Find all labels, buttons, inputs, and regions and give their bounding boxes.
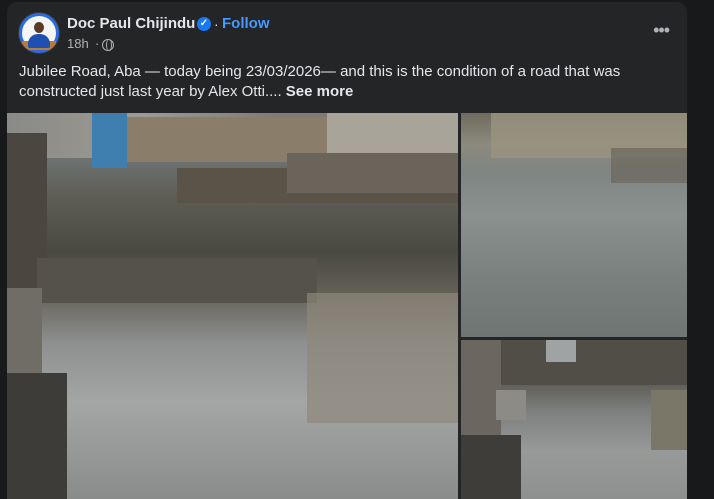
more-options-icon[interactable]: ••• (653, 20, 670, 41)
globe-icon (102, 39, 114, 51)
separator-dot: · (95, 36, 100, 51)
flooded-road-photo-street[interactable] (461, 340, 687, 499)
avatar[interactable] (19, 13, 59, 53)
author-name[interactable]: Doc Paul Chijindu (67, 15, 195, 32)
flooded-road-photo-main[interactable] (7, 113, 458, 499)
post-caption: Jubilee Road, Aba — today being 23/03/20… (19, 62, 669, 102)
separator-dot: · (214, 16, 219, 32)
photo-grid (7, 113, 687, 499)
flooded-road-photo-water[interactable] (461, 113, 687, 337)
verified-badge-icon: ✓ (197, 17, 211, 31)
see-more-link[interactable]: See more (286, 83, 354, 100)
post-card: Doc Paul Chijindu ✓ · Follow 18h · ••• J… (7, 2, 687, 499)
post-time[interactable]: 18h (67, 36, 89, 51)
follow-button[interactable]: Follow (222, 15, 270, 32)
